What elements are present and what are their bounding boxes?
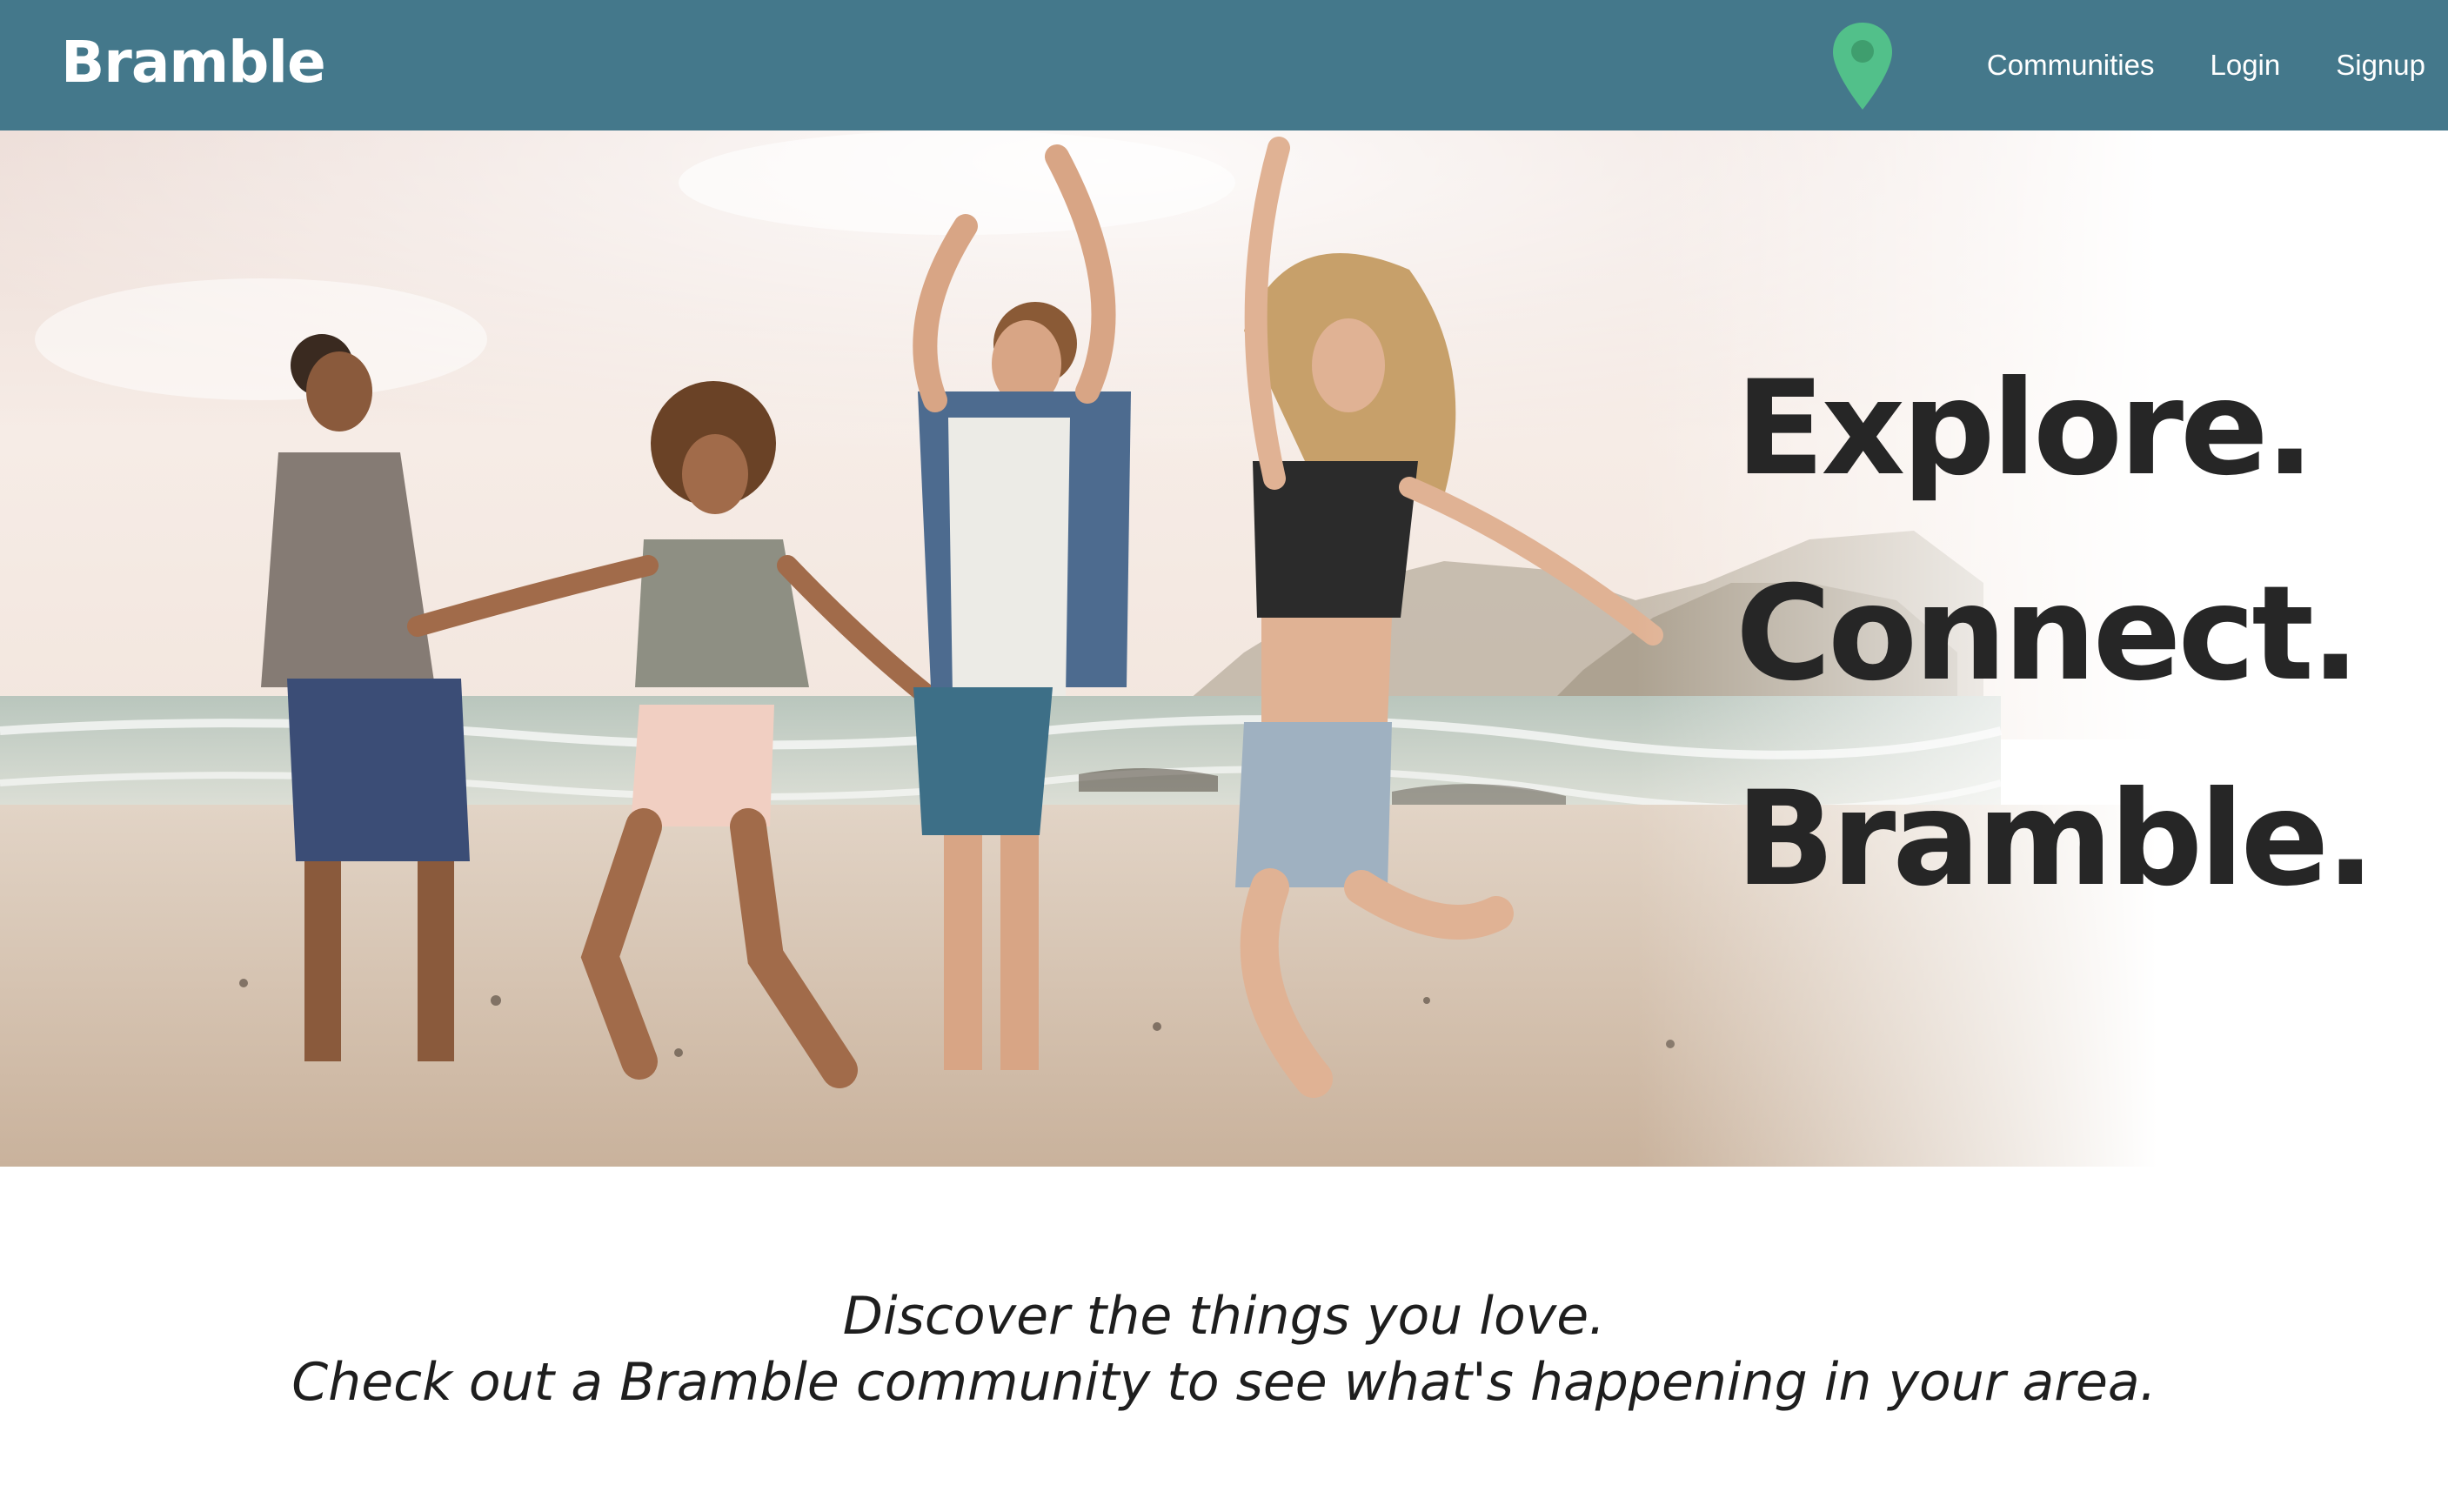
top-navbar: Bramble Communities Login Signup xyxy=(0,0,2448,130)
intro-line-discover: Discover the things you love. xyxy=(842,1286,1606,1347)
tagline-bramble: Bramble. xyxy=(1736,764,2375,915)
nav-link-signup[interactable]: Signup xyxy=(2336,35,2425,96)
nav-links: Communities Login Signup xyxy=(1931,35,2425,96)
tagline-connect: Connect. xyxy=(1736,559,2360,710)
tagline-explore: Explore. xyxy=(1736,353,2315,505)
hero-section: Explore. Connect. Bramble. xyxy=(0,130,2448,1167)
map-pin-icon xyxy=(1833,23,1892,110)
intro-text-section: Discover the things you love. Check out … xyxy=(0,1283,2448,1415)
nav-link-communities[interactable]: Communities xyxy=(1987,35,2155,96)
intro-line-community: Check out a Bramble community to see wha… xyxy=(291,1352,2157,1413)
brand-logo-link[interactable]: Bramble xyxy=(61,26,326,99)
nav-link-login[interactable]: Login xyxy=(2210,35,2280,96)
